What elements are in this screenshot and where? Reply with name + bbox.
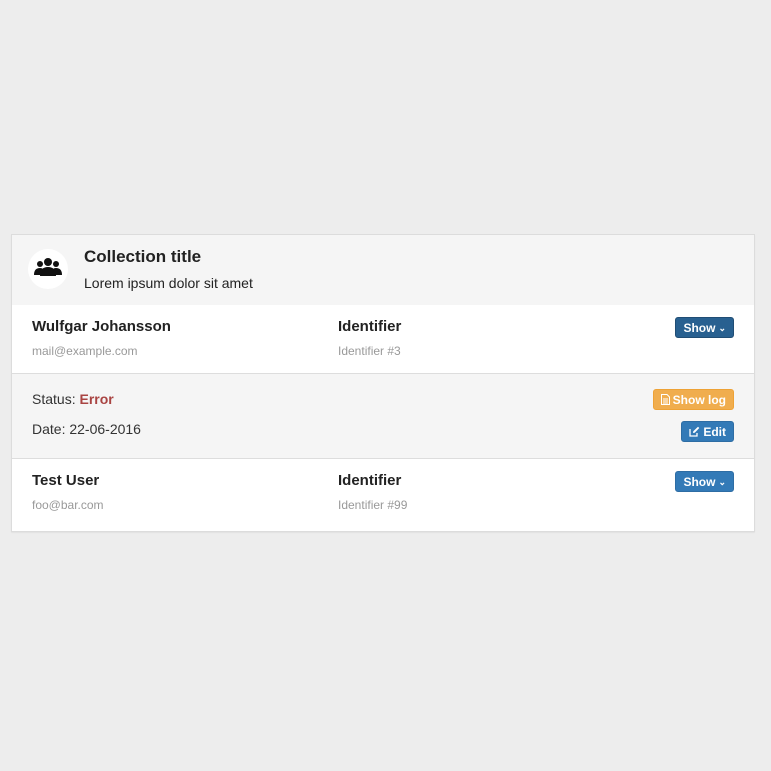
collection-header: Collection title Lorem ipsum dolor sit a…: [12, 235, 754, 306]
item-name: Test User: [32, 472, 100, 489]
identifier-label: Identifier: [338, 318, 402, 335]
date-text: Date: 22-06-2016: [32, 421, 141, 437]
list-item: Wulfgar Johansson mail@example.com Ident…: [12, 305, 754, 374]
chevron-down-icon: ⌄: [718, 323, 726, 333]
file-icon: [660, 391, 670, 412]
avatar: [28, 249, 68, 289]
show-button[interactable]: Show ⌄: [675, 317, 734, 338]
status-badge: Error: [79, 391, 114, 407]
collection-panel: Collection title Lorem ipsum dolor sit a…: [11, 234, 755, 532]
collection-title: Collection title: [84, 247, 202, 266]
identifier-value: Identifier #3: [338, 344, 401, 358]
show-button-label: Show: [683, 475, 716, 489]
collection-subtitle: Lorem ipsum dolor sit amet: [84, 275, 253, 291]
edit-label: Edit: [703, 425, 726, 439]
status-label: Status:: [32, 391, 76, 407]
show-button-label: Show: [683, 321, 716, 335]
identifier-value: Identifier #99: [338, 498, 408, 512]
item-details: Status: Error Date: 22-06-2016 Show log …: [12, 374, 754, 459]
item-email: foo@bar.com: [32, 498, 104, 512]
status-line: Status: Error: [32, 391, 114, 407]
users-icon: [34, 258, 62, 276]
item-email: mail@example.com: [32, 344, 138, 358]
edit-button[interactable]: Edit: [681, 421, 734, 442]
identifier-label: Identifier: [338, 472, 402, 489]
show-button[interactable]: Show ⌄: [675, 471, 734, 492]
show-log-label: Show log: [672, 393, 726, 407]
edit-icon: [689, 423, 700, 444]
show-log-button[interactable]: Show log: [652, 389, 734, 412]
chevron-down-icon: ⌄: [718, 477, 726, 487]
item-name: Wulfgar Johansson: [32, 318, 171, 335]
list-item: Test User foo@bar.com Identifier Identif…: [12, 459, 754, 531]
